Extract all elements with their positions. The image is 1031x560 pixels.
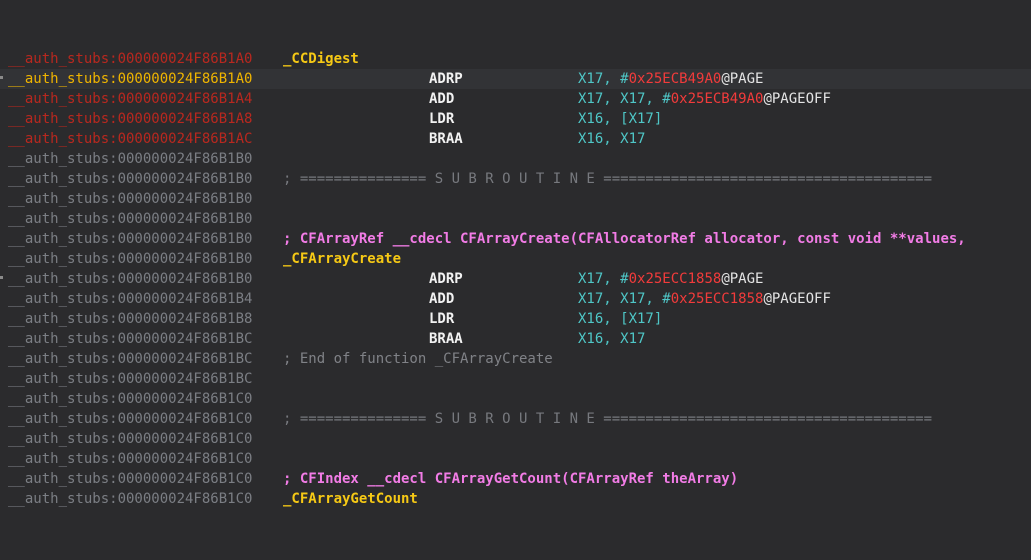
instruction-mnemonic[interactable]: LDR	[429, 109, 454, 129]
instruction-mnemonic[interactable]: LDR	[429, 309, 454, 329]
code-comment: ; CFIndex __cdecl CFArrayGetCount(CFArra…	[283, 471, 739, 487]
line-address[interactable]: __auth_stubs:000000024F86B1B0	[8, 269, 252, 289]
code-label[interactable]: _CFArrayCreate	[283, 249, 401, 269]
instruction-operands[interactable]: X16, [X17]	[578, 109, 662, 129]
code-comment: ; End of function _CFArrayCreate	[283, 351, 553, 367]
line-address[interactable]: __auth_stubs:000000024F86B1AC	[8, 129, 252, 149]
operand-register: X16, [X17]	[578, 311, 663, 327]
listing-line[interactable]: __auth_stubs:000000024F86B1BC ; End of fu…	[0, 349, 1031, 369]
instruction-operands[interactable]: X16, X17	[578, 329, 645, 349]
line-address[interactable]: __auth_stubs:000000024F86B1B0	[8, 169, 252, 189]
operand-register: X17,	[578, 71, 621, 87]
operand-register: X17, X17,	[578, 91, 663, 107]
listing-line[interactable]: __auth_stubs:000000024F86B1A0 _CCDigest	[0, 49, 1031, 69]
listing-line[interactable]: __auth_stubs:000000024F86B1B0	[0, 189, 1031, 209]
listing-line[interactable]: __auth_stubs:000000024F86B1AC BRAA X16, X1…	[0, 129, 1031, 149]
line-address[interactable]: __auth_stubs:000000024F86B1B0	[8, 249, 252, 269]
code-label[interactable]: _CCDigest	[283, 49, 359, 69]
listing-line[interactable]: __auth_stubs:000000024F86B1C0 ; CFIndex _…	[0, 469, 1031, 489]
operand-suffix: @PAGE	[721, 271, 764, 287]
operand-register: X17, X17,	[578, 291, 663, 307]
listing-line[interactable]: __auth_stubs:000000024F86B1B0 ; CFArrayRe…	[0, 229, 1031, 249]
operand-register: X16, [X17]	[578, 111, 663, 127]
operand-address[interactable]: 0x25ECB49A0	[671, 91, 764, 107]
operand-address[interactable]: 0x25ECB49A0	[629, 71, 722, 87]
line-address[interactable]: __auth_stubs:000000024F86B1C0	[8, 389, 252, 409]
listing-line[interactable]: __auth_stubs:000000024F86B1C0 _CFArrayGet…	[0, 489, 1031, 509]
disassembly-listing[interactable]: __auth_stubs:000000024F86B1A0 _CCDigest __…	[0, 49, 1031, 509]
operand-register: X16, X17	[578, 131, 646, 147]
line-address[interactable]: __auth_stubs:000000024F86B1A8	[8, 109, 252, 129]
listing-line[interactable]: __auth_stubs:000000024F86B1A4 ADD X17, X17…	[0, 89, 1031, 109]
listing-line[interactable]: __auth_stubs:000000024F86B1A0 ADRP X17, #0…	[0, 69, 1031, 89]
instruction-operands[interactable]: X16, X17	[578, 129, 645, 149]
instruction-mnemonic[interactable]: ADRP	[429, 269, 463, 289]
instruction-operands[interactable]: X16, [X17]	[578, 309, 662, 329]
line-address[interactable]: __auth_stubs:000000024F86B1C0	[8, 469, 252, 489]
listing-line[interactable]: __auth_stubs:000000024F86B1A8 LDR X16, [X1…	[0, 109, 1031, 129]
operand-address[interactable]: 0x25ECC1858	[671, 291, 764, 307]
listing-line[interactable]: __auth_stubs:000000024F86B1B0 ; =========…	[0, 169, 1031, 189]
line-address[interactable]: __auth_stubs:000000024F86B1C0	[8, 429, 252, 449]
line-address[interactable]: __auth_stubs:000000024F86B1B0	[8, 149, 252, 169]
code-comment: ; CFArrayRef __cdecl CFArrayCreate(CFAll…	[283, 231, 966, 247]
instruction-operands[interactable]: X17, X17, #0x25ECC1858@PAGEOFF	[578, 289, 831, 309]
line-address[interactable]: __auth_stubs:000000024F86B1C0	[8, 489, 252, 509]
line-address[interactable]: __auth_stubs:000000024F86B1BC	[8, 369, 252, 389]
code-marker-icon	[0, 276, 3, 279]
instruction-operands[interactable]: X17, #0x25ECB49A0@PAGE	[578, 69, 763, 89]
line-address[interactable]: __auth_stubs:000000024F86B1BC	[8, 329, 252, 349]
code-comment: ; =============== S U B R O U T I N E ==…	[283, 171, 933, 187]
listing-line[interactable]: __auth_stubs:000000024F86B1C0	[0, 449, 1031, 469]
line-address[interactable]: __auth_stubs:000000024F86B1B8	[8, 309, 252, 329]
line-address[interactable]: __auth_stubs:000000024F86B1B0	[8, 229, 252, 249]
operand-address[interactable]: 0x25ECC1858	[629, 271, 722, 287]
listing-line[interactable]: __auth_stubs:000000024F86B1C0	[0, 389, 1031, 409]
instruction-operands[interactable]: X17, X17, #0x25ECB49A0@PAGEOFF	[578, 89, 831, 109]
instruction-mnemonic[interactable]: ADRP	[429, 69, 463, 89]
operand-register: #	[662, 291, 671, 307]
instruction-operands[interactable]: X17, #0x25ECC1858@PAGE	[578, 269, 763, 289]
line-address[interactable]: __auth_stubs:000000024F86B1B4	[8, 289, 252, 309]
instruction-mnemonic[interactable]: BRAA	[429, 129, 463, 149]
operand-register: #	[662, 91, 671, 107]
listing-line[interactable]: __auth_stubs:000000024F86B1BC BRAA X16, X1…	[0, 329, 1031, 349]
line-address[interactable]: __auth_stubs:000000024F86B1C0	[8, 449, 252, 469]
listing-line[interactable]: __auth_stubs:000000024F86B1C0	[0, 429, 1031, 449]
listing-line[interactable]: __auth_stubs:000000024F86B1B8 LDR X16, [X1…	[0, 309, 1031, 329]
listing-line[interactable]: __auth_stubs:000000024F86B1B4 ADD X17, X17…	[0, 289, 1031, 309]
operand-register: X16, X17	[578, 331, 646, 347]
line-address[interactable]: __auth_stubs:000000024F86B1A0	[8, 69, 252, 89]
operand-suffix: @PAGEOFF	[763, 91, 831, 107]
operand-register: #	[620, 271, 629, 287]
listing-line[interactable]: __auth_stubs:000000024F86B1C0 ; =========…	[0, 409, 1031, 429]
code-label[interactable]: _CFArrayGetCount	[283, 489, 418, 509]
line-address[interactable]: __auth_stubs:000000024F86B1A4	[8, 89, 252, 109]
code-marker-icon	[0, 76, 3, 79]
listing-line[interactable]: __auth_stubs:000000024F86B1BC	[0, 369, 1031, 389]
code-comment: ; =============== S U B R O U T I N E ==…	[283, 411, 933, 427]
listing-line[interactable]: __auth_stubs:000000024F86B1B0 _CFArrayCre…	[0, 249, 1031, 269]
line-address[interactable]: __auth_stubs:000000024F86B1B0	[8, 189, 252, 209]
instruction-mnemonic[interactable]: ADD	[429, 289, 454, 309]
listing-line[interactable]: __auth_stubs:000000024F86B1B0	[0, 149, 1031, 169]
instruction-mnemonic[interactable]: ADD	[429, 89, 454, 109]
listing-line[interactable]: __auth_stubs:000000024F86B1B0	[0, 209, 1031, 229]
operand-register: X17,	[578, 271, 621, 287]
operand-suffix: @PAGE	[721, 71, 764, 87]
instruction-mnemonic[interactable]: BRAA	[429, 329, 463, 349]
line-address[interactable]: __auth_stubs:000000024F86B1C0	[8, 409, 252, 429]
operand-suffix: @PAGEOFF	[763, 291, 831, 307]
operand-register: #	[620, 71, 629, 87]
listing-line[interactable]: __auth_stubs:000000024F86B1B0 ADRP X17, #0…	[0, 269, 1031, 289]
line-address[interactable]: __auth_stubs:000000024F86B1A0	[8, 49, 252, 69]
line-address[interactable]: __auth_stubs:000000024F86B1BC	[8, 349, 252, 369]
line-address[interactable]: __auth_stubs:000000024F86B1B0	[8, 209, 252, 229]
